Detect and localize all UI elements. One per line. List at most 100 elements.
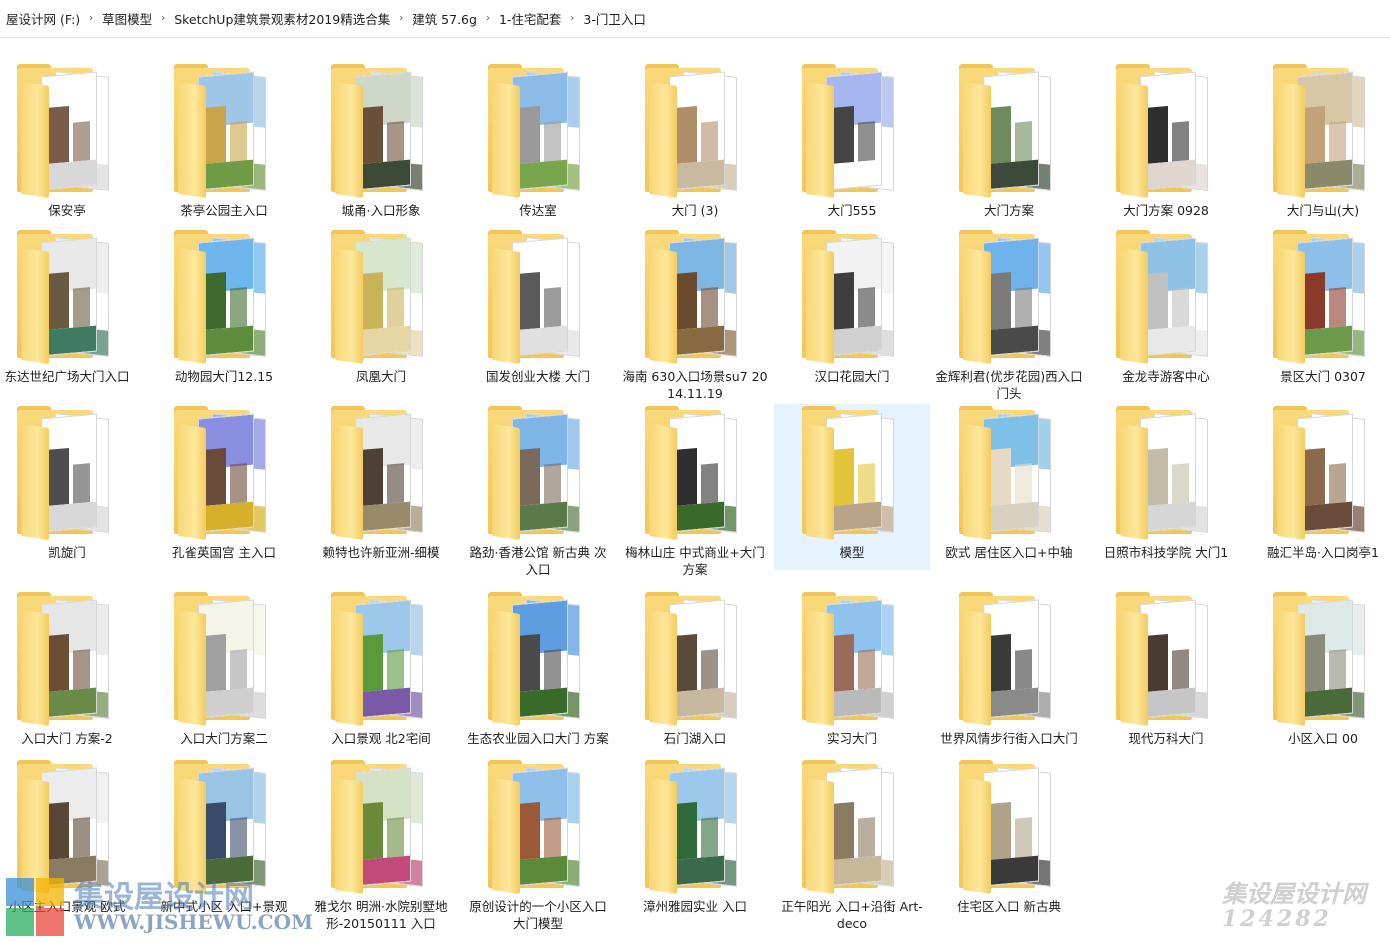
- folder-item[interactable]: 金辉利君(优步花园)西入口门头: [931, 228, 1087, 401]
- folder-item[interactable]: 石门湖入口: [617, 590, 773, 750]
- folder-icon: [17, 592, 117, 726]
- folder-item[interactable]: 现代万科大门: [1088, 590, 1244, 750]
- breadcrumb-item[interactable]: 1-住宅配套: [493, 9, 567, 28]
- folder-item[interactable]: 雅戈尔 明洲·水院别墅地形-20150111 入口: [303, 758, 459, 931]
- thumbnail-image: [41, 413, 97, 533]
- folder-icon: [331, 64, 431, 198]
- chevron-right-icon[interactable]: ›: [567, 13, 577, 24]
- folder-icon: [488, 64, 588, 198]
- folder-label: 景区大门 0307: [1280, 369, 1366, 384]
- thumbnail-image: [355, 413, 411, 533]
- folder-item[interactable]: 入口大门 方案-2: [0, 590, 145, 750]
- folder-label: 汉口花园大门: [814, 369, 890, 384]
- folder-label: 入口大门 方案-2: [21, 731, 113, 746]
- folder-item[interactable]: 动物园大门12.15: [146, 228, 302, 388]
- folder-item[interactable]: 大门方案 0928: [1088, 62, 1244, 222]
- thumbnail-image: [512, 413, 568, 533]
- folder-item[interactable]: 日照市科技学院 大门1: [1088, 404, 1244, 570]
- folder-item[interactable]: 正午阳光 入口+沿街 Art-deco: [774, 758, 930, 931]
- thumbnail-image: [355, 237, 411, 357]
- folder-item[interactable]: 金龙寺游客中心: [1088, 228, 1244, 388]
- folder-label: 现代万科大门: [1128, 731, 1204, 746]
- folder-icon: [488, 592, 588, 726]
- folder-item[interactable]: 东达世纪广场大门入口: [0, 228, 145, 388]
- folder-icon: [959, 592, 1059, 726]
- folder-item[interactable]: 孔雀英国宫 主入口: [146, 404, 302, 570]
- folder-label: 生态农业园入口大门 方案: [467, 731, 609, 746]
- folder-item[interactable]: 入口大门方案二: [146, 590, 302, 750]
- folder-item[interactable]: 凯旋门: [0, 404, 145, 570]
- folder-icon: [645, 406, 745, 540]
- thumbnail-image: [1297, 599, 1353, 719]
- folder-item[interactable]: 小区入口 00: [1245, 590, 1390, 750]
- thumbnail-image: [983, 237, 1039, 357]
- folder-item[interactable]: 路劲·香港公馆 新古典 次入口: [460, 404, 616, 577]
- thumbnail-image: [826, 237, 882, 357]
- folder-item[interactable]: 梅林山庄 中式商业+大门方案: [617, 404, 773, 577]
- folder-label: 路劲·香港公馆 新古典 次入口: [469, 545, 607, 577]
- folder-icon: [174, 230, 274, 364]
- breadcrumb-item[interactable]: 建筑 57.6g: [406, 9, 483, 28]
- folder-item[interactable]: 大门 (3): [617, 62, 773, 222]
- folder-label: 城甬·入口形象: [341, 203, 421, 218]
- folder-item[interactable]: 大门555: [774, 62, 930, 222]
- folder-item[interactable]: 传达室: [460, 62, 616, 222]
- folder-item[interactable]: 茶亭公园主入口: [146, 62, 302, 222]
- folder-item[interactable]: 景区大门 0307: [1245, 228, 1390, 388]
- folder-item[interactable]: 模型: [774, 404, 930, 570]
- breadcrumb: 屋设计网 (F:) › 草图模型 › SketchUp建筑景观素材2019精选合集 › 建筑…: [0, 0, 1390, 38]
- folder-item[interactable]: 大门方案: [931, 62, 1087, 222]
- folder-item[interactable]: 原创设计的一个小区入口大门模型: [460, 758, 616, 931]
- chevron-right-icon[interactable]: ›: [396, 13, 406, 24]
- folder-item[interactable]: 国发创业大楼 大门: [460, 228, 616, 388]
- thumbnail-image: [198, 413, 254, 533]
- thumbnail-image: [198, 71, 254, 191]
- thumbnail-image: [1140, 599, 1196, 719]
- folder-icon: [1273, 592, 1373, 726]
- breadcrumb-item[interactable]: 3-门卫入口: [577, 9, 651, 28]
- chevron-right-icon[interactable]: ›: [86, 13, 96, 24]
- thumbnail-image: [1297, 413, 1353, 533]
- folder-icon: [645, 592, 745, 726]
- folder-icon: [17, 406, 117, 540]
- folder-icon: [802, 592, 902, 726]
- thumbnail-image: [198, 599, 254, 719]
- thumbnail-image: [669, 599, 725, 719]
- breadcrumb-item[interactable]: 屋设计网 (F:): [0, 9, 86, 28]
- folder-item[interactable]: 实习大门: [774, 590, 930, 750]
- folder-item[interactable]: 海南 630入口场景su7 2014.11.19: [617, 228, 773, 401]
- thumbnail-image: [1140, 71, 1196, 191]
- breadcrumb-item[interactable]: 草图模型: [96, 9, 158, 28]
- folder-icon: [959, 406, 1059, 540]
- folder-label: 融汇半岛·入口岗亭1: [1267, 545, 1379, 560]
- folder-item[interactable]: 住宅区入口 新古典: [931, 758, 1087, 918]
- folder-label: 梅林山庄 中式商业+大门方案: [625, 545, 765, 577]
- folder-icon: [331, 760, 431, 894]
- thumbnail-image: [41, 237, 97, 357]
- folder-label: 欧式 居住区入口+中轴: [945, 545, 1073, 560]
- folder-item[interactable]: 生态农业园入口大门 方案: [460, 590, 616, 750]
- folder-item[interactable]: 融汇半岛·入口岗亭1: [1245, 404, 1390, 570]
- folder-icon: [17, 230, 117, 364]
- folder-item[interactable]: 世界风情步行街入口大门: [931, 590, 1087, 750]
- folder-icon: [174, 406, 274, 540]
- chevron-right-icon[interactable]: ›: [158, 13, 168, 24]
- folder-icon: [488, 230, 588, 364]
- thumbnail-image: [41, 599, 97, 719]
- folder-item[interactable]: 欧式 居住区入口+中轴: [931, 404, 1087, 570]
- folder-item[interactable]: 保安亭: [0, 62, 145, 222]
- folder-item[interactable]: 大门与山(大): [1245, 62, 1390, 222]
- folder-icon: [488, 760, 588, 894]
- thumbnail-image: [826, 71, 882, 191]
- folder-item[interactable]: 入口景观 北2宅间: [303, 590, 459, 750]
- folder-item[interactable]: 赖特也许新亚洲-细模: [303, 404, 459, 570]
- folder-item[interactable]: 凤凰大门: [303, 228, 459, 388]
- folder-item[interactable]: 漳州雅园实业 入口: [617, 758, 773, 918]
- breadcrumb-item[interactable]: SketchUp建筑景观素材2019精选合集: [168, 9, 396, 28]
- folder-item[interactable]: 城甬·入口形象: [303, 62, 459, 222]
- folder-label: 孔雀英国宫 主入口: [172, 545, 276, 560]
- chevron-right-icon[interactable]: ›: [483, 13, 493, 24]
- thumbnail-image: [826, 599, 882, 719]
- thumbnail-image: [512, 767, 568, 887]
- folder-item[interactable]: 汉口花园大门: [774, 228, 930, 388]
